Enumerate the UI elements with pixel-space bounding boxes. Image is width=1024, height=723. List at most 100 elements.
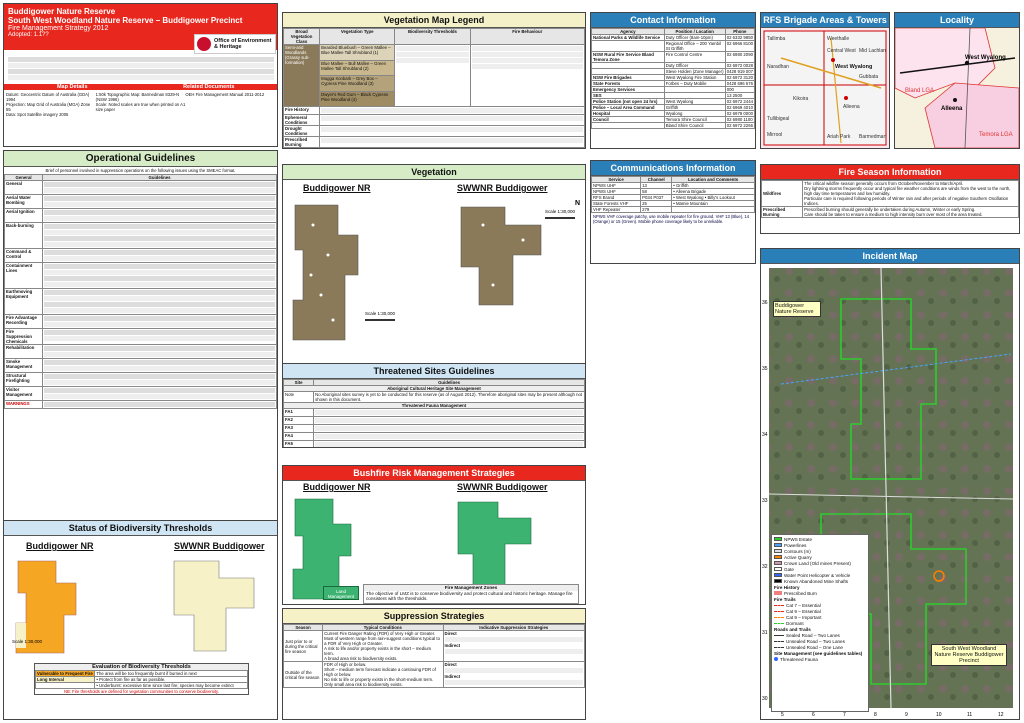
incident-label-nr: Buddigower Nature Reserve	[773, 301, 821, 317]
supp-season-2: Outside of the critical fire season	[283, 661, 324, 688]
title-line2: South West Woodland Nature Reserve – Bud…	[8, 16, 243, 25]
threat-fa-label: FA3	[283, 424, 315, 433]
ops-row-guidelines	[42, 222, 277, 249]
rfs-label-central-west: Central West	[827, 48, 856, 54]
veg-row-drought: Drought Conditions	[283, 125, 321, 137]
ops-row-label: Containment Lines	[4, 262, 44, 289]
eval-note: NB: Fire thresholds are defined for vege…	[64, 689, 219, 694]
ops-row: Command & Control	[4, 248, 277, 263]
biodiv-left-title: Buddigower NR	[26, 541, 94, 551]
y-tick-label: 31	[762, 630, 768, 636]
contact-table: Agency Position / Location Phone Nationa…	[591, 28, 755, 129]
legend-swatch	[774, 573, 782, 577]
ops-row-guidelines	[42, 358, 277, 373]
veg-legend-header: Vegetation Map Legend	[283, 13, 585, 28]
ops-row: Rehabilitation	[4, 344, 277, 359]
veg-legend-panel: Vegetation Map Legend Broad Vegetation C…	[282, 12, 586, 149]
ops-row: Structural Firefighting	[4, 372, 277, 387]
contact-phone: 02 6972 2266	[724, 122, 755, 129]
title-line3: Fire Management Strategy 2012	[8, 25, 109, 32]
season-wild-3: Particular care is required following pe…	[804, 196, 1009, 206]
suppression-header: Suppression Strategies	[283, 609, 585, 624]
locality-temora-lga: Temora LGA	[979, 132, 1013, 138]
veg-col-behaviour: Fire Behaviour	[469, 28, 585, 45]
season-row-prescribed: Prescribed Burning	[761, 206, 804, 218]
eval-box: Evaluation of Biodiversity Thresholds Vu…	[34, 663, 249, 695]
rfs-label-tullibigeal: Tullibigeal	[767, 116, 789, 122]
veg-legend-table: Broad Vegetation Class Vegetation Type B…	[283, 28, 585, 148]
related-docs-header: Related Documents	[140, 84, 277, 90]
vegetation-panel: Vegetation Buddigower NR SWWNR Buddigowe…	[282, 164, 586, 370]
contact-phone: 02 6972 3120	[724, 74, 755, 81]
ops-row-label: Rehabilitation	[4, 344, 44, 359]
supp-strat-1: Direct	[444, 631, 457, 636]
legend-swatch	[774, 567, 782, 571]
contact-position: Bland Shire Council	[663, 122, 726, 129]
threat-panel: Threatened Sites Guidelines Site Guideli…	[282, 363, 586, 448]
rfs-map-header: RFS Brigade Areas & Towers	[761, 13, 889, 28]
rfs-label-naradhan: Naradhan	[767, 64, 789, 70]
y-tick-label: 33	[762, 498, 768, 504]
y-axis-ticks: 36 35 34 33 32 31 30	[762, 300, 768, 702]
biodiv-sw-shape	[173, 560, 255, 652]
nsw-waratah-icon	[197, 37, 211, 51]
x-tick-label: 6	[812, 712, 815, 718]
contact-phone: 02 6972 2444	[724, 98, 755, 105]
season-row-wildfires: Wildfires	[761, 180, 804, 207]
contact-row: NSW Fire Brigades West Wyalong Fire Stati…	[591, 74, 755, 81]
legend-road-line	[774, 635, 784, 637]
legend-swatch	[774, 549, 782, 553]
rfs-label-ariah-park: Ariah Park	[827, 134, 851, 140]
threat-fa-text	[313, 440, 585, 447]
contact-phone: 02 6980 1100	[724, 116, 755, 123]
x-tick-label: 11	[967, 712, 972, 718]
ops-row-label: Visitor Management	[4, 386, 44, 401]
rfs-label-west-wyalong: West Wyalong	[835, 64, 872, 70]
ops-row: Back-burning	[4, 222, 277, 249]
legend-trail-line	[774, 617, 784, 619]
data-sources: Data: Spot Satellite imagery 2005	[6, 112, 69, 117]
ops-row-guidelines	[42, 344, 277, 359]
bushfire-sw-shape	[457, 501, 532, 587]
contact-phone: 02 6332 9850	[724, 34, 755, 41]
north-arrow-icon: N	[575, 200, 580, 207]
biodiv-nr-yellow	[16, 623, 26, 648]
x-tick-label: 8	[874, 712, 877, 718]
y-tick-label: 36	[762, 300, 768, 306]
veg-type-1: Bearded Bluebush – Green Mallee – Blue M…	[319, 44, 396, 61]
threat-fa-row: FA1	[283, 408, 585, 417]
threat-fa-text	[313, 424, 585, 433]
biodiv-header: Status of Biodiversity Thresholds	[4, 521, 277, 536]
vegetation-header: Vegetation	[283, 165, 585, 180]
bushfire-left-title: Buddigower NR	[303, 482, 371, 492]
ops-row-label: Aerial Water Bombing	[4, 194, 44, 209]
legend-swatch	[774, 555, 782, 559]
incident-header: Incident Map	[761, 249, 1019, 264]
contact-row: Bland Shire Council 02 6972 2266	[591, 122, 755, 129]
season-table: Wildfires The critical wildfire season g…	[761, 180, 1019, 218]
datum: Datum: Geocentric Datum of Australia (GD…	[6, 92, 90, 102]
threat-fa-text	[313, 408, 585, 417]
title-description	[8, 56, 274, 81]
ops-row: Aerial Ignition	[4, 208, 277, 223]
title-panel: Buddigower Nature Reserve South West Woo…	[3, 3, 278, 147]
comms-note: NPWS VHF coverage patchy, use mobile rep…	[593, 214, 750, 224]
ops-row-guidelines	[42, 400, 277, 409]
ops-row-guidelines	[42, 314, 277, 329]
x-tick-label: 7	[843, 712, 846, 718]
supp-season-1: Just prior to or during the critical fir…	[283, 630, 324, 662]
threat-fa-row: FA3	[283, 424, 585, 433]
eval-text: • Underburnt: excessive time since last …	[94, 682, 248, 689]
biodiv-right-title: SWWNR Buddigower	[174, 541, 265, 551]
title-line1: Buddigower Nature Reserve	[8, 7, 116, 16]
locality-west-wyalong: West Wyalong	[965, 55, 1006, 61]
season-header: Fire Season Information	[761, 165, 1019, 180]
contact-phone: 02 6966 8100	[724, 40, 755, 52]
eval-status: Vulnerable to Frequent Fire	[34, 670, 96, 677]
veg-threshold-text	[394, 44, 471, 107]
ops-row-label: Smoke Management	[4, 358, 44, 373]
biodiv-maps: Scale 1:30,000	[12, 560, 255, 654]
contact-agency	[591, 40, 665, 52]
y-tick-label: 32	[762, 564, 768, 570]
vegetation-left-title: Buddigower NR	[303, 183, 371, 193]
